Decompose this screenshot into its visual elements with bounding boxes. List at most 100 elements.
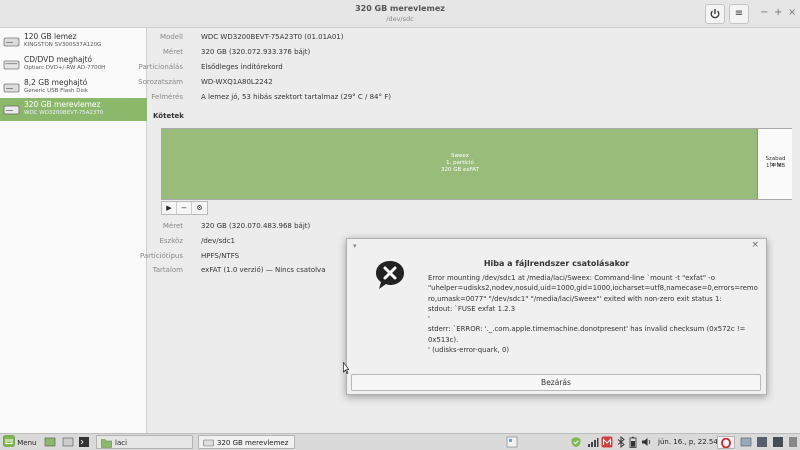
usb-drive-icon: [3, 83, 20, 93]
tray-app-3[interactable]: [788, 436, 798, 450]
play-icon: ▶: [166, 204, 172, 212]
power-icon: [710, 9, 720, 19]
update-manager-icon[interactable]: [570, 436, 582, 450]
volume-indicator[interactable]: [641, 436, 653, 450]
message-line: stderr: `ERROR: '._.com.apple.timemachin…: [428, 325, 746, 334]
task-laci[interactable]: laci: [96, 435, 193, 449]
minus-icon: −: [181, 204, 187, 212]
disks-app-icon: [203, 439, 214, 447]
hard-disk-icon: [3, 37, 20, 47]
task-label: 320 GB merevlemez: [217, 439, 289, 447]
partition-block[interactable]: Sweex 1. partíció 320 GB exFAT: [162, 129, 758, 199]
shield-check-icon: [571, 437, 581, 447]
start-menu-button[interactable]: Menu: [3, 435, 36, 449]
window-subtitle: /dev/sdc: [386, 15, 414, 23]
partition-number: 1. partíció: [446, 160, 474, 166]
volumes-heading: Kötetek: [153, 112, 184, 120]
delete-partition-button[interactable]: −: [177, 202, 192, 214]
detail-value: 320 GB (320.070.483.968 bájt): [201, 222, 311, 230]
taskbar: Menu laci 320 GB merevlemez jún. 16., p,…: [0, 433, 800, 450]
bluetooth-indicator[interactable]: [616, 435, 626, 450]
partition-label: Sweex: [451, 153, 469, 159]
message-line: 0x513c).: [428, 335, 459, 344]
partition-fs: 320 GB exFAT: [441, 167, 479, 173]
desktop-icon: [44, 437, 56, 447]
battery-icon: [629, 436, 637, 448]
network-indicator[interactable]: [587, 436, 599, 450]
mount-button[interactable]: ▶: [162, 202, 177, 214]
menu-label: Menu: [17, 439, 37, 447]
tray-app[interactable]: [756, 436, 768, 450]
drive-item-selected[interactable]: 320 GB merevlemez WDC WD3200BEVT-75A23T0: [0, 98, 147, 121]
power-button[interactable]: [705, 4, 725, 24]
bluetooth-icon: [617, 435, 625, 449]
drive-name: CD/DVD meghajtó: [24, 55, 93, 64]
detail-label: Particionálás: [138, 63, 183, 71]
detail-label: Méret: [162, 48, 183, 56]
optical-drive-icon: [3, 60, 20, 70]
mail-indicator[interactable]: [601, 436, 613, 450]
speaker-icon: [642, 438, 651, 446]
detail-value: HPFS/NTFS: [201, 252, 240, 260]
close-button[interactable]: ×: [788, 7, 796, 18]
title-bar: 320 GB merevlemez /dev/sdc ≡ − + ×: [0, 0, 800, 28]
window-title: 320 GB merevlemez: [355, 4, 445, 13]
app-tile-icon: [773, 437, 783, 447]
hard-disk-icon: [3, 105, 20, 115]
free-space-block[interactable]: Szabad hely 1,4 MB: [759, 129, 792, 199]
opera-icon: [721, 437, 731, 449]
detail-row-assessment: Felmérés A lemez jó, 53 hibás szektort t…: [148, 91, 788, 105]
dialog-message: Error mounting /dev/sdc1 at /media/laci/…: [428, 273, 758, 355]
file-manager-launcher[interactable]: [62, 436, 74, 450]
message-line: ': [428, 315, 430, 324]
terminal-launcher[interactable]: [78, 436, 90, 450]
detail-label: Partíciótípus: [139, 252, 183, 260]
window-icon: [62, 437, 74, 447]
close-dialog-button[interactable]: Bezárás: [351, 374, 761, 391]
task-disks[interactable]: 320 GB merevlemez: [198, 435, 295, 449]
message-line: stdout: `FUSE exfat 1.2.3: [428, 304, 516, 313]
dialog-title: Hiba a fájlrendszer csatolásakor: [483, 259, 630, 268]
drive-model: Generic USB Flash Disk: [24, 88, 89, 94]
drive-name: 120 GB lemez: [24, 32, 77, 41]
drive-list: 120 GB lemez KINGSTON SV300S37A120G CD/D…: [0, 28, 147, 433]
tray-window[interactable]: [740, 436, 752, 450]
mouse-cursor-icon: [343, 362, 349, 374]
dialog-close-button[interactable]: ×: [751, 240, 759, 250]
detail-value: /dev/sdc1: [201, 237, 236, 245]
battery-indicator[interactable]: [628, 436, 638, 450]
dialog-menu-icon[interactable]: ▾: [353, 242, 357, 250]
workspace-switcher[interactable]: [506, 436, 518, 450]
detail-value: WD-WXQ1A80L2242: [201, 78, 273, 86]
message-line: "uhelper=udisks2,nodev,nosuid,uid=1000,g…: [428, 284, 758, 293]
tray-app-2[interactable]: [772, 436, 784, 450]
maximize-button[interactable]: +: [774, 7, 782, 18]
window-icon: [740, 437, 752, 447]
show-desktop-button[interactable]: [44, 436, 56, 450]
partition-settings-button[interactable]: ⚙: [192, 202, 207, 214]
detail-row-size: Méret 320 GB (320.072.933.376 bájt): [148, 46, 788, 60]
detail-row-serial: Sorozatszám WD-WXQ1A80L2242: [138, 76, 788, 90]
terminal-icon: [79, 437, 89, 447]
detail-value: exFAT (1.0 verzió) — Nincs csatolva: [201, 266, 326, 274]
volume-toolbar: ▶ − ⚙: [161, 201, 208, 215]
message-line: ' (udisks-error-quark, 0): [428, 346, 510, 355]
detail-value: 320 GB (320.072.933.376 bájt): [201, 48, 311, 56]
message-line: ro,umask=0077" "/dev/sdc1" "/media/laci/…: [428, 294, 722, 303]
drive-model: WDC WD3200BEVT-75A23T0: [24, 110, 104, 116]
partition-row-size: Méret 320 GB (320.070.483.968 bájt): [148, 220, 788, 234]
detail-label: Modell: [160, 33, 183, 41]
detail-label: Felmérés: [151, 93, 183, 101]
minimize-button[interactable]: −: [760, 7, 768, 18]
error-dialog: ▾ × Hiba a fájlrendszer csatolásakor Err…: [346, 238, 767, 395]
folder-icon: [101, 439, 112, 448]
mint-logo-icon: [3, 435, 15, 447]
detail-value: WDC WD3200BEVT-75A23T0 (01.01A01): [201, 33, 344, 41]
opera-indicator[interactable]: [717, 436, 735, 449]
clock[interactable]: jún. 16., p, 22.54: [658, 435, 718, 449]
menu-button[interactable]: ≡: [729, 4, 749, 24]
app-tile-icon: [789, 437, 797, 447]
app-tile-icon: [757, 437, 767, 447]
free-space-size: 1,4 MB: [765, 163, 785, 169]
detail-value: Elsődleges indítórekord: [201, 63, 283, 71]
